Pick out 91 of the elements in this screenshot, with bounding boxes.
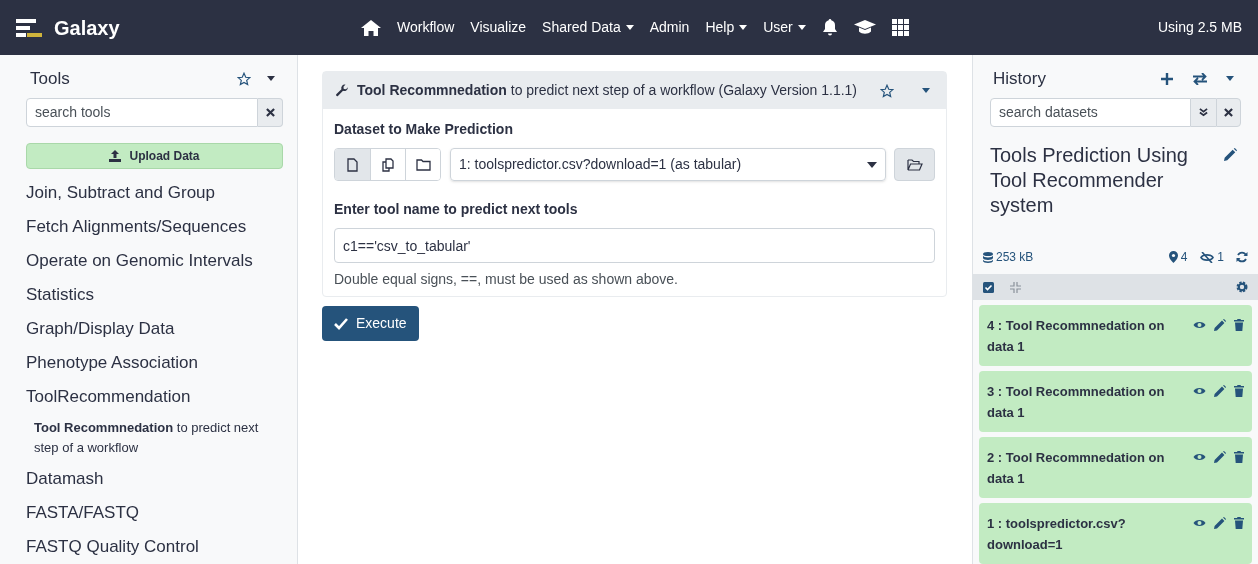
hidden-count[interactable]: 1: [1217, 248, 1224, 267]
trash-icon[interactable]: [1234, 319, 1244, 331]
dataset-title: 2 : Tool Recommnedation on data 1: [987, 449, 1166, 488]
nav-link[interactable]: Workflow: [397, 17, 455, 38]
advanced-search-button[interactable]: [1191, 98, 1216, 128]
graduation-cap-icon[interactable]: [853, 20, 876, 35]
folder-icon: [415, 158, 431, 171]
pencil-icon[interactable]: [1214, 451, 1226, 463]
plus-icon[interactable]: [1161, 72, 1173, 85]
pencil-icon[interactable]: [1214, 319, 1226, 331]
dataset-title: 3 : Tool Recommnedation on data 1: [987, 383, 1166, 422]
panel-title: Tools: [30, 67, 70, 90]
pencil-icon[interactable]: [1214, 517, 1226, 529]
nav-link[interactable]: Admin: [649, 17, 690, 38]
caret-icon[interactable]: [922, 88, 930, 93]
pencil-icon[interactable]: [1214, 385, 1226, 397]
tool-section[interactable]: Datamash: [26, 462, 283, 496]
database-icon: [983, 251, 993, 263]
home-icon[interactable]: [361, 19, 381, 36]
search-field[interactable]: search tools: [26, 98, 258, 128]
tool-link[interactable]: Tool Recommnedation to predict next step of a workflow: [26, 414, 283, 462]
shown-count[interactable]: 4: [1180, 248, 1188, 267]
caret-icon[interactable]: [267, 76, 275, 82]
close-icon: [265, 108, 275, 118]
dataset-select[interactable]: 1: toolspredictor.csv?download=1 (as tabular): [450, 148, 886, 181]
tool-section[interactable]: Statistics: [26, 278, 283, 312]
gear-icon[interactable]: [1236, 281, 1248, 294]
wrench-icon: [335, 83, 349, 98]
upload-button[interactable]: Upload Data: [26, 143, 283, 169]
history-name: Tools Prediction Using Tool Recommender system: [990, 143, 1189, 219]
quota-text: Using 2.5 MB: [1157, 18, 1242, 37]
trash-icon[interactable]: [1234, 451, 1244, 463]
tool-section[interactable]: Phenotype Association: [26, 346, 283, 380]
dataset-title: 1 : toolspredictor.csv?download=1: [987, 515, 1127, 554]
nav-link[interactable]: Visualize: [470, 17, 527, 38]
files-icon: [382, 157, 394, 172]
dataset-title: 4 : Tool Recommnedation on data 1: [987, 317, 1166, 356]
tool-section[interactable]: FASTA/FASTQ: [26, 496, 283, 530]
dataset-item[interactable]: 4 : Tool Recommnedation on data 1: [979, 305, 1252, 366]
trash-icon[interactable]: [1234, 385, 1244, 397]
field-label: Dataset to Make Prediction: [334, 120, 514, 139]
logo-icon: [16, 16, 42, 39]
brand-link[interactable]: Galaxy: [54, 12, 120, 43]
tool-section[interactable]: FASTQ Quality Control: [26, 530, 283, 564]
star-icon[interactable]: [880, 83, 894, 98]
bell-icon[interactable]: [821, 19, 838, 36]
clear-button[interactable]: [1216, 98, 1241, 128]
checkbox-icon[interactable]: [983, 281, 994, 293]
dataset-item[interactable]: 2 : Tool Recommnedation on data 1: [979, 437, 1252, 498]
tool-section[interactable]: ToolRecommendation: [26, 380, 283, 414]
eye-icon[interactable]: [1193, 386, 1206, 396]
eye-icon[interactable]: [1193, 452, 1206, 462]
check-icon: [334, 317, 348, 330]
upload-icon: [109, 150, 122, 162]
execute-button[interactable]: Execute: [322, 306, 419, 341]
eye-slash-icon[interactable]: [1200, 251, 1215, 263]
grid-icon[interactable]: [891, 19, 909, 36]
clear-button[interactable]: [258, 98, 283, 128]
panel-title: History: [993, 67, 1046, 90]
refresh-icon[interactable]: [1236, 251, 1248, 264]
eye-icon[interactable]: [1193, 320, 1206, 330]
search-field[interactable]: search datasets: [990, 98, 1191, 128]
tool-section[interactable]: Operate on Genomic Intervals: [26, 244, 283, 278]
dataset-item[interactable]: 1 : toolspredictor.csv?download=1: [979, 503, 1252, 564]
browse-button[interactable]: [894, 148, 935, 181]
history-size: 253 kB: [996, 249, 1034, 267]
eye-icon[interactable]: [1193, 518, 1206, 528]
switch-icon[interactable]: [1193, 72, 1207, 85]
source-button[interactable]: [405, 149, 440, 180]
tool-section[interactable]: Fetch Alignments/Sequences: [26, 210, 283, 244]
double-chevron-icon: [1199, 108, 1208, 118]
caret-icon: [867, 161, 877, 168]
tool-form-title: Tool Recommnedation to predict next step of a workflow (Galaxy Version 1.1.1): [357, 81, 858, 100]
nav-dropdown[interactable]: Shared Data: [542, 17, 634, 38]
dataset-item[interactable]: 3 : Tool Recommnedation on data 1: [979, 371, 1252, 432]
caret-icon[interactable]: [1226, 76, 1234, 82]
close-icon: [1224, 108, 1233, 118]
field-label: Enter tool name to predict next tools: [334, 200, 579, 219]
nav-dropdown[interactable]: Help: [705, 17, 748, 38]
folder-open-icon: [906, 158, 923, 171]
help-text: Double equal signs, ==, must be used as shown above.: [334, 270, 679, 289]
map-marker-icon[interactable]: [1168, 251, 1178, 264]
tool-section[interactable]: Graph/Display Data: [26, 312, 283, 346]
pencil-icon[interactable]: [1224, 148, 1237, 162]
source-button[interactable]: [335, 149, 370, 180]
trash-icon[interactable]: [1234, 517, 1244, 529]
star-icon[interactable]: [237, 71, 251, 86]
nav-dropdown[interactable]: User: [763, 17, 806, 38]
file-icon: [347, 157, 358, 172]
tool-section[interactable]: Join, Subtract and Group: [26, 176, 283, 210]
tool-name-input[interactable]: c1=='csv_to_tabular': [334, 228, 935, 263]
